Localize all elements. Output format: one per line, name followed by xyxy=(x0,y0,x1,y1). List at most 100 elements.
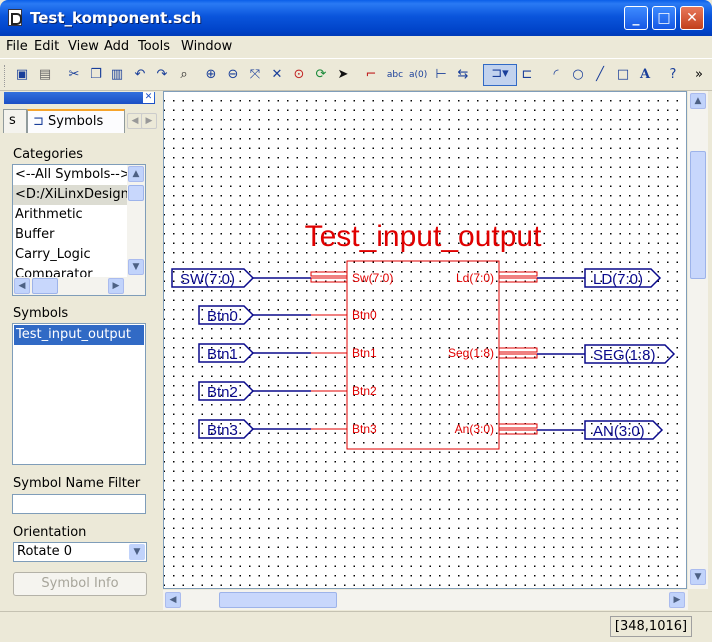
category-item[interactable]: Buffer xyxy=(13,225,145,245)
zoom-in-icon[interactable]: ⊕ xyxy=(202,66,220,84)
window-title: Test_komponent.sch xyxy=(30,9,202,27)
menu-bar: File Edit View Add Tools Window xyxy=(0,36,712,58)
category-item[interactable]: Carry_Logic xyxy=(13,245,145,265)
orientation-label: Orientation xyxy=(13,525,87,540)
zoom-select-icon[interactable]: ⊙ xyxy=(290,66,308,84)
pin-bus-ld xyxy=(498,271,538,277)
minimize-button[interactable]: _ xyxy=(624,6,648,30)
add-circle-icon[interactable]: ○ xyxy=(569,66,587,84)
chevron-down-icon[interactable]: ▼ xyxy=(129,544,145,560)
menu-view[interactable]: View xyxy=(68,39,99,54)
symbol-name-filter-input[interactable] xyxy=(12,494,146,514)
scroll-down-arrow[interactable]: ▼ xyxy=(128,259,144,275)
tab-scroll-right[interactable]: ▶ xyxy=(141,113,157,129)
copy-icon[interactable]: ❐ xyxy=(87,66,105,84)
port-label: Btn1 xyxy=(207,346,238,363)
pin-bus-seg xyxy=(498,353,538,359)
panel-tabs: s ⊐ Symbols ◀ ▶ xyxy=(3,109,157,133)
scroll-left-arrow[interactable]: ◀ xyxy=(14,278,30,294)
print-icon[interactable]: ▤ xyxy=(36,66,54,84)
title-bar[interactable]: Test_komponent.sch _ □ ✕ xyxy=(0,0,712,36)
help-icon[interactable]: ? xyxy=(664,66,682,84)
tab-symbols[interactable]: ⊐ Symbols xyxy=(27,109,125,133)
add-io-marker-icon[interactable]: ⇆ xyxy=(454,66,472,84)
pin-bus-ld xyxy=(498,277,538,283)
cursor-coordinates: [348,1016] xyxy=(610,616,692,637)
symbol-info-button[interactable]: Symbol Info xyxy=(13,572,147,596)
redo-icon[interactable]: ↷ xyxy=(153,66,171,84)
add-text-icon[interactable]: A xyxy=(636,66,654,84)
categories-vscrollbar[interactable]: ▲ ▼ xyxy=(127,165,145,277)
pin-label: Btn3 xyxy=(352,422,377,436)
scroll-thumb[interactable] xyxy=(128,185,144,201)
scroll-left-arrow[interactable]: ◀ xyxy=(165,592,181,608)
panel-close-icon[interactable]: ✕ xyxy=(143,92,154,103)
pin-bus-seg xyxy=(498,347,538,353)
categories-hscrollbar[interactable]: ◀ ▶ xyxy=(13,277,145,295)
scroll-down-arrow[interactable]: ▼ xyxy=(690,569,706,585)
menu-edit[interactable]: Edit xyxy=(34,39,59,54)
maximize-button[interactable]: □ xyxy=(652,6,676,30)
add-rectangle-icon[interactable]: □ xyxy=(614,66,632,84)
pin-bus-an xyxy=(498,423,538,429)
refresh-icon[interactable]: ⟳ xyxy=(312,66,330,84)
close-button[interactable]: ✕ xyxy=(680,6,704,30)
category-item[interactable]: <--All Symbols--> xyxy=(13,165,145,185)
menu-add[interactable]: Add xyxy=(104,39,129,54)
port-label: LD(7:0) xyxy=(593,271,643,288)
scroll-up-arrow[interactable]: ▲ xyxy=(128,166,144,182)
pin-bus-sw xyxy=(310,277,348,283)
zoom-fit-icon[interactable]: ✕ xyxy=(268,66,286,84)
pin-label: Seg(1:8) xyxy=(448,346,494,360)
port-label: SEG(1:8) xyxy=(593,347,656,364)
find-icon[interactable]: ⌕ xyxy=(175,66,193,84)
zoom-full-icon[interactable]: ⤧ xyxy=(246,66,264,84)
menu-window[interactable]: Window xyxy=(181,39,232,54)
port-label: AN(3:0) xyxy=(593,423,645,440)
categories-list[interactable]: <--All Symbols--> <D:/XiLinxDesign9 Arit… xyxy=(12,164,146,296)
zoom-out-icon[interactable]: ⊖ xyxy=(224,66,242,84)
add-line-icon[interactable]: ╱ xyxy=(591,66,609,84)
pin-label: Btn2 xyxy=(352,384,377,398)
select-pointer-icon[interactable]: ➤ xyxy=(334,66,352,84)
schematic-drawing[interactable]: Test_input_output Sw(7:0) Btn0 Btn1 Btn2… xyxy=(164,92,687,589)
add-net-name-icon[interactable]: abc xyxy=(386,66,404,84)
scroll-thumb[interactable] xyxy=(32,278,58,294)
add-instance-icon[interactable]: ⊏ xyxy=(518,66,536,84)
pin-label: Btn0 xyxy=(352,308,377,322)
cut-icon[interactable]: ✂ xyxy=(65,66,83,84)
save-icon[interactable]: ▣ xyxy=(13,66,31,84)
category-item[interactable]: Arithmetic xyxy=(13,205,145,225)
schematic-canvas[interactable]: Test_input_output Sw(7:0) Btn0 Btn1 Btn2… xyxy=(163,91,687,589)
toolbar-grip[interactable] xyxy=(4,65,7,87)
rename-bus-icon[interactable]: a(0) xyxy=(409,66,427,84)
scroll-thumb[interactable] xyxy=(219,592,337,608)
add-wire-icon[interactable]: ⌐ xyxy=(362,66,380,84)
panel-header: ✕ xyxy=(4,92,155,104)
symbol-item[interactable]: Test_input_output xyxy=(14,325,144,345)
port-label: SW(7:0) xyxy=(180,271,235,288)
symbols-label: Symbols xyxy=(13,306,69,321)
canvas-vscrollbar[interactable]: ▲ ▼ xyxy=(688,91,708,589)
scroll-up-arrow[interactable]: ▲ xyxy=(690,93,706,109)
menu-file[interactable]: File xyxy=(6,39,28,54)
symbols-list[interactable]: Test_input_output xyxy=(12,323,146,465)
port-label: Btn0 xyxy=(207,308,238,325)
orientation-select[interactable]: Rotate 0 ▼ xyxy=(13,542,147,562)
add-arc-icon[interactable]: ◜ xyxy=(547,66,565,84)
scroll-thumb[interactable] xyxy=(690,151,706,279)
canvas-hscrollbar[interactable]: ◀ ▶ xyxy=(163,590,688,610)
categories-label: Categories xyxy=(13,147,84,162)
scroll-right-arrow[interactable]: ▶ xyxy=(108,278,124,294)
category-item[interactable]: <D:/XiLinxDesign9 xyxy=(13,185,145,205)
menu-tools[interactable]: Tools xyxy=(138,39,170,54)
symbols-panel: ✕ s ⊐ Symbols ◀ ▶ Categories <--All Symb… xyxy=(0,91,157,608)
toolbar-overflow-icon[interactable]: » xyxy=(690,66,708,84)
add-symbol-icon[interactable]: ⊐▾ xyxy=(483,64,517,86)
undo-icon[interactable]: ↶ xyxy=(131,66,149,84)
pin-bus-sw xyxy=(310,271,348,277)
tab-sources[interactable]: s xyxy=(3,109,27,133)
scroll-right-arrow[interactable]: ▶ xyxy=(669,592,685,608)
paste-icon[interactable]: ▥ xyxy=(108,66,126,84)
add-bus-tap-icon[interactable]: ⊢ xyxy=(432,66,450,84)
